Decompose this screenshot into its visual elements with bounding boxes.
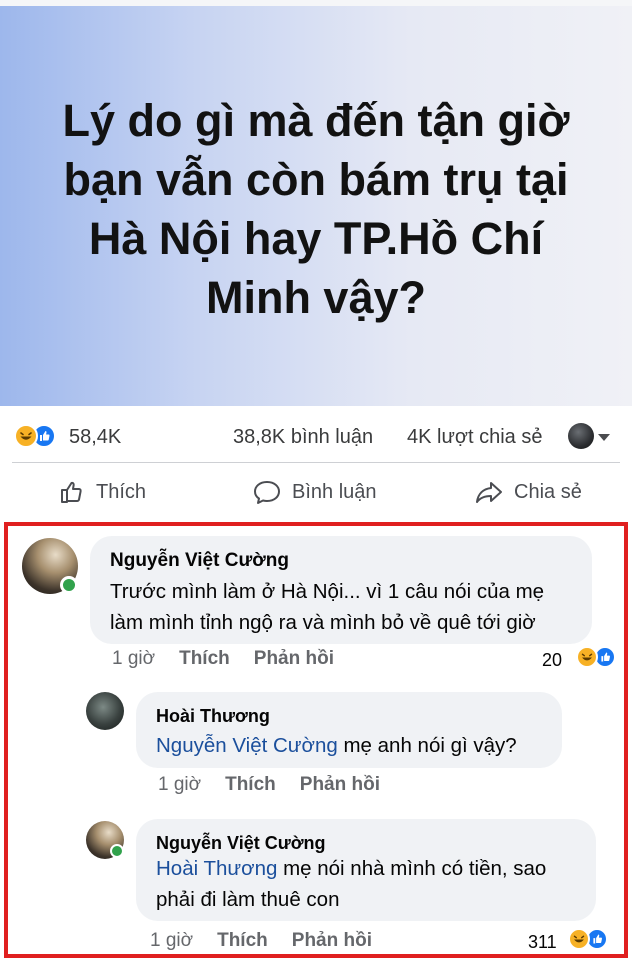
post-stats: 58,4K 38,8K bình luận 4K lượt chia sẻ: [0, 412, 632, 460]
comment-like-link[interactable]: Thích: [225, 774, 276, 796]
post-text: Lý do gì mà đến tận giờ bạn vẫn còn bám …: [62, 95, 570, 323]
comment-text-line: phải đi làm thuê con: [156, 888, 340, 911]
share-button[interactable]: Chia sẻ: [474, 476, 582, 508]
comment-reply-link[interactable]: Phản hồi: [254, 648, 334, 670]
comment-bubble: Hoài Thương Nguyễn Việt Cường mẹ anh nói…: [136, 692, 562, 768]
comment-time[interactable]: 1 giờ: [150, 930, 193, 952]
comment-label: Bình luận: [292, 480, 377, 503]
comment-text: Nguyễn Việt Cường mẹ anh nói gì vậy?: [156, 730, 517, 761]
commenter-name[interactable]: Hoài Thương: [156, 706, 270, 727]
comment-meta: 1 giờ Thích Phản hồi: [158, 774, 404, 796]
mention-link[interactable]: Hoài Thương: [156, 857, 277, 880]
comment-count[interactable]: 38,8K bình luận: [233, 426, 373, 449]
online-status-dot: [110, 844, 124, 858]
viewer-avatar[interactable]: [568, 423, 594, 449]
comment-bubble-icon: [254, 481, 280, 504]
comment-like-link[interactable]: Thích: [217, 930, 268, 952]
comment-reactions[interactable]: 311: [526, 928, 626, 954]
comment-text-line: làm mình tỉnh ngộ ra và mình bỏ về quê t…: [110, 611, 536, 634]
haha-icon: [14, 424, 38, 448]
comment-reaction-count: 311: [528, 932, 557, 952]
comment-reply-link[interactable]: Phản hồi: [300, 774, 380, 796]
comment-bubble: Nguyễn Việt Cường Trước mình làm ở Hà Nộ…: [90, 536, 592, 644]
comment-reactions[interactable]: 20: [540, 646, 630, 672]
comment-text: Hoài Thương mẹ nói nhà mình có tiền, sao…: [156, 853, 546, 915]
like-button[interactable]: Thích: [58, 476, 146, 508]
commenter-name[interactable]: Nguyễn Việt Cường: [156, 833, 326, 854]
divider: [12, 462, 620, 463]
comment-text-body: mẹ anh nói gì vậy?: [337, 734, 517, 757]
thumbs-up-icon: [61, 481, 82, 503]
comment-time[interactable]: 1 giờ: [112, 648, 155, 670]
commenter-name[interactable]: Nguyễn Việt Cường: [110, 550, 289, 572]
post-background-card: Lý do gì mà đến tận giờ bạn vẫn còn bám …: [0, 6, 632, 406]
share-label: Chia sẻ: [514, 480, 582, 503]
comment-meta: 1 giờ Thích Phản hồi: [150, 930, 396, 952]
post-actions: Thích Bình luận Chia sẻ: [0, 466, 632, 518]
online-status-dot: [60, 576, 78, 594]
comment-like-link[interactable]: Thích: [179, 648, 230, 670]
reaction-count[interactable]: 58,4K: [69, 426, 121, 449]
haha-icon: [576, 646, 598, 668]
comment-text-line: Trước mình làm ở Hà Nội... vì 1 câu nói …: [110, 580, 545, 603]
share-count[interactable]: 4K lượt chia sẻ: [407, 426, 542, 449]
mention-link[interactable]: Nguyễn Việt Cường: [156, 734, 338, 757]
like-label: Thích: [96, 480, 147, 503]
comment-button[interactable]: Bình luận: [252, 476, 377, 508]
commenter-avatar[interactable]: [86, 692, 124, 730]
highlighted-comments-section: Nguyễn Việt Cường Trước mình làm ở Hà Nộ…: [4, 522, 628, 958]
comment-reaction-count: 20: [542, 650, 563, 670]
caret-down-icon[interactable]: [598, 434, 610, 441]
comment-meta: 1 giờ Thích Phản hồi: [112, 648, 358, 670]
comment-reply-link[interactable]: Phản hồi: [292, 930, 372, 952]
comment-text-body: mẹ nói nhà mình có tiền, sao: [277, 857, 547, 880]
comment-bubble: Nguyễn Việt Cường Hoài Thương mẹ nói nhà…: [136, 819, 596, 921]
haha-icon: [568, 928, 590, 950]
share-arrow-icon: [476, 482, 502, 503]
comment-time[interactable]: 1 giờ: [158, 774, 201, 796]
comment-text: Trước mình làm ở Hà Nội... vì 1 câu nói …: [110, 576, 544, 638]
